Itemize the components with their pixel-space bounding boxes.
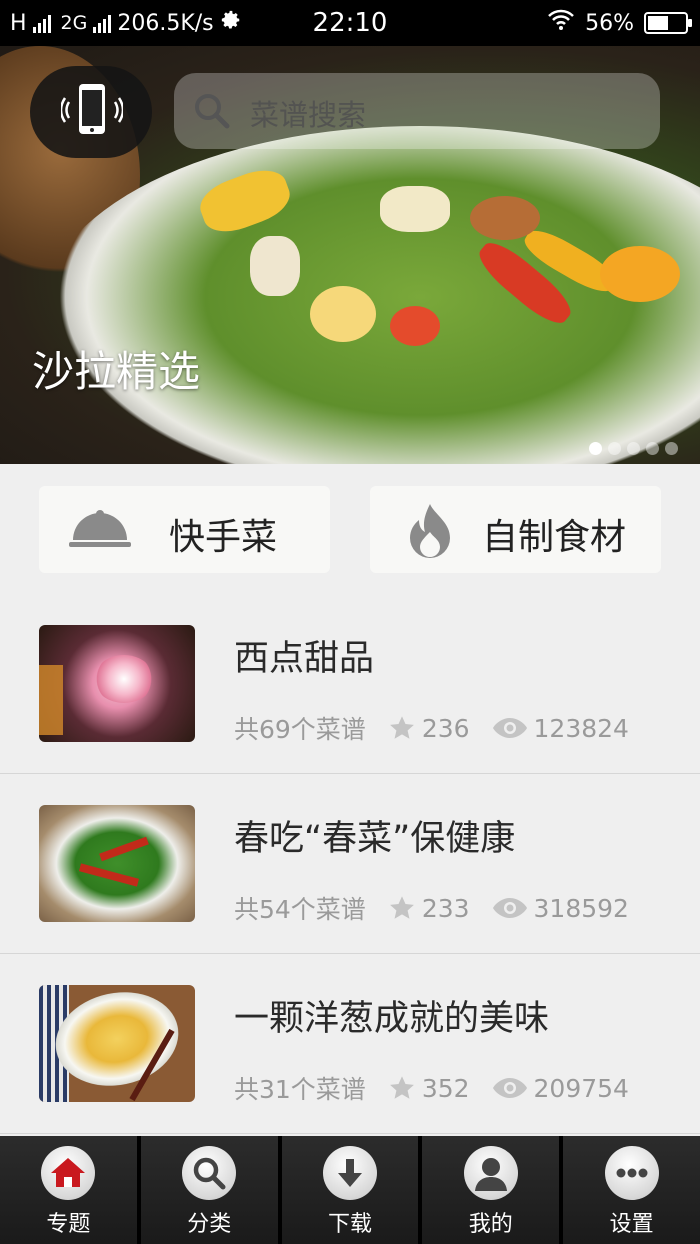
phone-shake-icon — [61, 84, 123, 134]
salad-image-detail — [600, 246, 680, 302]
tab-label: 我的 — [468, 1212, 513, 1237]
homemade-ingredients-label: 自制食材 — [482, 517, 627, 558]
carousel-dot — [589, 442, 602, 455]
cloche-icon — [69, 510, 131, 547]
eye-icon — [492, 898, 527, 918]
carousel-dot — [646, 442, 659, 455]
recipe-count: 共54个菜谱 — [234, 895, 366, 924]
home-icon — [51, 1158, 86, 1187]
tab-label: 设置 — [609, 1212, 654, 1237]
topic-thumbnail — [39, 625, 195, 742]
list-item[interactable]: 春吃“春菜”保健康 共54个菜谱 233 318592 — [0, 774, 700, 954]
quick-dishes-button[interactable]: 快手菜 — [39, 486, 330, 573]
eye-icon — [492, 718, 527, 738]
topic-meta: 共54个菜谱 233 318592 — [234, 890, 629, 926]
recipe-count: 共69个菜谱 — [234, 715, 366, 744]
tab-topics[interactable]: 专题 — [0, 1136, 141, 1244]
status-right: 56% — [547, 9, 692, 37]
topic-meta: 共69个菜谱 236 123824 — [234, 710, 629, 746]
topic-thumbnail — [39, 985, 195, 1102]
search-icon — [193, 1157, 226, 1190]
carousel-dot — [608, 442, 621, 455]
star-icon — [389, 896, 414, 919]
user-icon — [474, 1158, 507, 1191]
favorite-count: 233 — [421, 893, 470, 923]
view-count: 318592 — [533, 893, 629, 923]
favorite-count: 236 — [421, 713, 470, 743]
homemade-ingredients-button[interactable]: 自制食材 — [370, 486, 661, 573]
salad-image-detail — [390, 306, 440, 346]
tab-label: 分类 — [187, 1212, 232, 1237]
tab-label: 专题 — [46, 1212, 91, 1237]
download-icon — [337, 1159, 362, 1187]
topic-title: 西点甜品 — [234, 639, 375, 679]
quick-dishes-label: 快手菜 — [169, 517, 278, 558]
topic-meta: 共31个菜谱 352 209754 — [234, 1070, 629, 1106]
eye-icon — [492, 1078, 527, 1098]
favorite-count: 352 — [421, 1073, 470, 1103]
list-item[interactable]: 一颗洋葱成就的美味 共31个菜谱 352 209754 — [0, 954, 700, 1134]
search-placeholder: 菜谱搜索 — [250, 98, 367, 132]
carousel-dot — [627, 442, 640, 455]
salad-image-detail — [310, 286, 376, 342]
banner-title: 沙拉精选 — [32, 347, 201, 396]
battery-icon — [644, 12, 692, 34]
status-bar: H 2G 206.5K/s 22:10 56% — [0, 0, 700, 46]
tab-label: 下载 — [327, 1212, 372, 1237]
tab-download[interactable]: 下载 — [281, 1136, 423, 1244]
star-icon — [389, 1076, 414, 1099]
carousel-dot — [665, 442, 678, 455]
tab-category[interactable]: 分类 — [140, 1136, 282, 1244]
battery-percent: 56% — [585, 10, 634, 36]
carousel-indicator — [589, 442, 678, 455]
salad-image-detail — [250, 236, 300, 296]
topic-title: 一颗洋葱成就的美味 — [234, 999, 550, 1039]
salad-image-detail — [470, 196, 540, 240]
battery-level — [648, 16, 668, 30]
tab-settings[interactable]: 设置 — [563, 1136, 700, 1244]
wifi-icon — [547, 9, 575, 37]
recipe-search-bar[interactable]: 菜谱搜索 — [174, 73, 660, 149]
more-icon — [616, 1168, 648, 1178]
shake-button[interactable] — [30, 66, 152, 158]
salad-image-detail — [380, 186, 450, 232]
star-icon — [389, 716, 414, 739]
list-item[interactable]: 西点甜品 共69个菜谱 236 123824 — [0, 594, 700, 774]
recipe-count: 共31个菜谱 — [234, 1075, 366, 1104]
view-count: 123824 — [533, 713, 629, 743]
tab-mine[interactable]: 我的 — [422, 1136, 564, 1244]
bottom-nav: 专题 分类 下载 我的 设置 — [0, 1136, 700, 1244]
search-icon — [195, 94, 230, 129]
topic-title: 春吃“春菜”保健康 — [234, 819, 516, 859]
view-count: 209754 — [533, 1073, 629, 1103]
featured-banner[interactable]: 菜谱搜索 沙拉精选 — [0, 46, 700, 464]
topic-thumbnail — [39, 805, 195, 922]
flame-icon — [410, 504, 450, 558]
